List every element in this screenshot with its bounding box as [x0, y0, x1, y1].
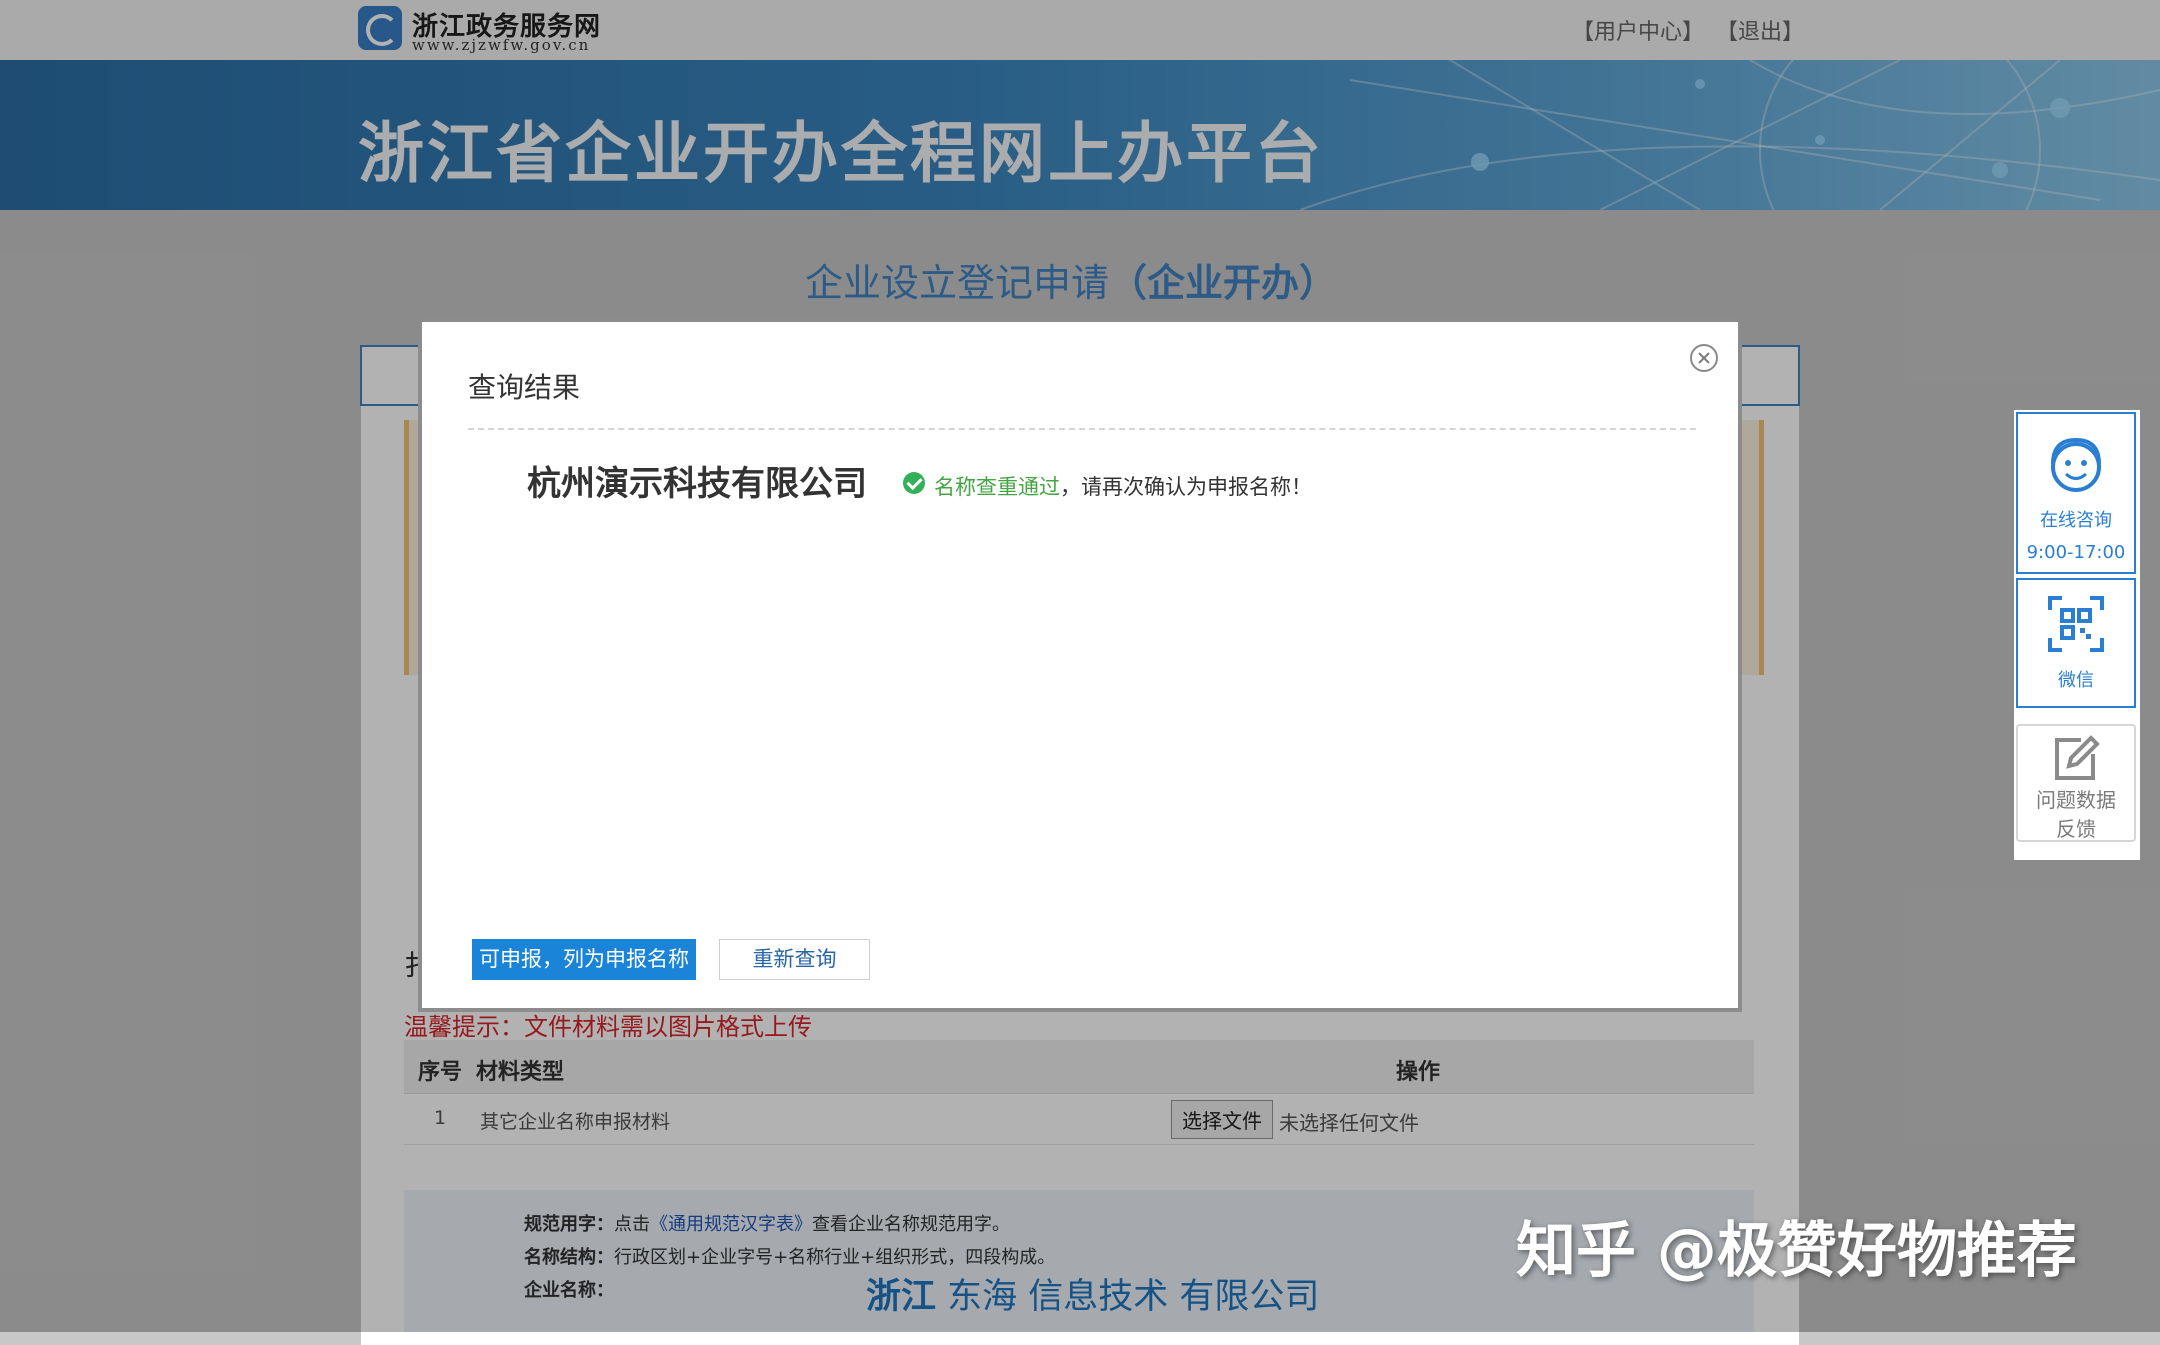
- consult-label: 在线咨询: [2040, 510, 2112, 531]
- online-consult-button[interactable]: 在线咨询 9:00-17:00: [2016, 412, 2136, 574]
- zhihu-watermark: 知乎 @极赞好物推荐: [1516, 1216, 2077, 1286]
- dialog-divider: [468, 428, 1696, 430]
- result-ok-text: 名称查重通过: [934, 475, 1060, 499]
- company-name: 杭州演示科技有限公司: [527, 464, 867, 504]
- check-circle-icon: [903, 472, 925, 494]
- wechat-label: 微信: [2058, 670, 2094, 691]
- side-toolbar: 在线咨询 9:00-17:00 微信 问题数据 反馈: [2014, 410, 2140, 860]
- declare-name-button[interactable]: 可申报，列为申报名称: [472, 939, 696, 980]
- feedback-label-1: 问题数据: [2036, 788, 2116, 812]
- headset-smile-icon: [2051, 437, 2101, 492]
- requery-button[interactable]: 重新查询: [719, 939, 870, 980]
- edit-icon: [2055, 735, 2100, 780]
- feedback-button[interactable]: 问题数据 反馈: [2016, 724, 2136, 842]
- dialog-title: 查询结果: [468, 371, 581, 404]
- consult-hours: 9:00-17:00: [2026, 542, 2126, 563]
- result-confirm-text: ，请再次确认为申报名称！: [1060, 475, 1312, 499]
- feedback-label-2: 反馈: [2056, 817, 2096, 841]
- result-message: 名称查重通过，请再次确认为申报名称！: [934, 471, 1312, 501]
- qr-code-icon: [2048, 596, 2104, 652]
- wechat-button[interactable]: 微信: [2016, 578, 2136, 708]
- query-result-dialog: 查询结果 杭州演示科技有限公司 名称查重通过，请再次确认为申报名称！ 可申报，列…: [418, 318, 1742, 1012]
- close-icon[interactable]: [1690, 344, 1718, 372]
